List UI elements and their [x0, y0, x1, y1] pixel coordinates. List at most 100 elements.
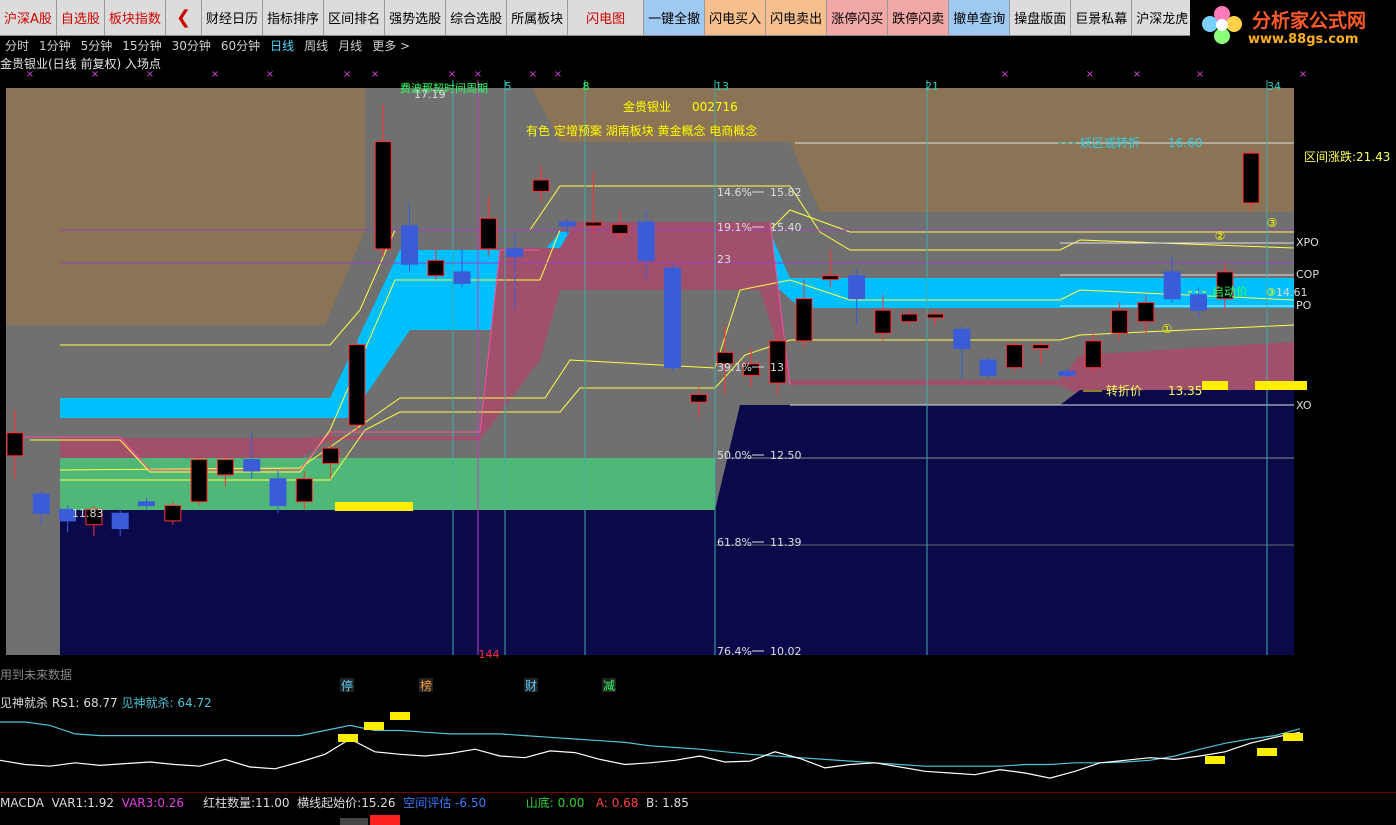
candle-body — [690, 393, 708, 403]
tab-private-screen[interactable]: 巨景私幕 — [1071, 0, 1133, 35]
candle-body — [1163, 271, 1181, 300]
candle-body — [138, 501, 155, 507]
stock-code: 002716 — [692, 100, 738, 114]
label-group: 费波那契时间周期 5 8 13 21 3417.19144× × × × × × × × × × × × × × × ×… — [26, 69, 1391, 693]
tab-calendar[interactable]: 财经日历 — [202, 0, 264, 35]
top-x-marker: × — [529, 69, 537, 80]
candle-body — [1111, 309, 1129, 334]
var1-label: VAR1: — [51, 796, 88, 810]
space-value: -6.50 — [455, 796, 487, 810]
future-data-note: 用到未来数据 — [0, 668, 73, 682]
period-more[interactable]: 更多 > — [367, 35, 415, 53]
candle-body — [348, 344, 366, 426]
candle-body — [664, 267, 681, 369]
b-label: B: — [646, 796, 659, 810]
bottom-label: 山底: — [525, 796, 554, 810]
yao-val: 16.60 — [1168, 136, 1202, 150]
zone-green — [60, 458, 715, 510]
yao-label: 妖区或转折 — [1080, 135, 1140, 150]
fib-pct: 39.1% — [717, 361, 752, 374]
tab-belonging-sector[interactable]: 所属板块 — [507, 0, 569, 35]
circle-1: ① — [1162, 322, 1173, 336]
period-daily[interactable]: 日线 — [265, 35, 299, 53]
zone-tan — [6, 88, 1294, 325]
space-label: 空间评估 — [403, 796, 452, 810]
xo-label: XO — [1296, 399, 1312, 412]
candle-body — [216, 459, 234, 476]
tab-strong-pick[interactable]: 强势选股 — [385, 0, 447, 35]
var1-value: 1.92 — [87, 796, 114, 810]
site-logo: 分析家公式网 www.88gs.com — [1190, 0, 1396, 50]
fib-pct: 76.4% — [717, 645, 752, 658]
flash-buy-button[interactable]: 闪电买入 — [705, 0, 767, 35]
yellow-line-1 — [59, 279, 1295, 471]
top-toolbar: 沪深A股 自选股 板块指数 ❮ 财经日历 指标排序 区间排名 强势选股 综合选股… — [0, 0, 1396, 36]
period-tick[interactable]: 分时 — [0, 35, 34, 53]
tab-sector-index[interactable]: 板块指数 — [105, 0, 166, 35]
candle-body — [6, 432, 24, 457]
tab-watchlist[interactable]: 自选股 — [57, 0, 105, 35]
bottom-value: 0.00 — [557, 796, 585, 810]
var3-value: 0.26 — [157, 796, 185, 810]
yellow-line-3 — [30, 209, 1294, 473]
period-weekly[interactable]: 周线 — [299, 35, 333, 53]
top-x-marker: × — [266, 69, 274, 80]
tab-range-rank[interactable]: 区间排名 — [324, 0, 386, 35]
tab-dragon-tiger[interactable]: 沪深龙虎 — [1132, 0, 1194, 35]
fib-val: 15.82 — [770, 186, 802, 199]
candle-body — [1084, 340, 1102, 369]
circle-3: ③ — [1267, 216, 1278, 230]
back-arrow-icon[interactable]: ❮ — [166, 0, 203, 35]
stock-concepts: 有色 定增预案 湖南板块 黄金概念 电商概念 — [526, 123, 757, 138]
top-x-marker: × — [1196, 69, 1204, 80]
tab-indicator-sort[interactable]: 指标排序 — [263, 0, 325, 35]
cycle-34: 34 — [1267, 80, 1281, 93]
period-5min[interactable]: 5分钟 — [76, 35, 118, 53]
rs1-line — [0, 731, 1301, 779]
high-price: 17.19 — [414, 88, 446, 101]
tab-trade-layout[interactable]: 操盘版面 — [1010, 0, 1072, 35]
fib-val: 15.40 — [770, 221, 802, 234]
event-tag: 财 — [525, 679, 537, 693]
cycle-5: 5 — [505, 80, 512, 93]
cancel-all-button[interactable]: 一键全撤 — [644, 0, 706, 35]
period-monthly[interactable]: 月线 — [333, 35, 367, 53]
zone-mauve — [60, 222, 1294, 458]
limit-down-sell-button[interactable]: 跌停闪卖 — [888, 0, 950, 35]
fib-pct: 61.8% — [717, 536, 752, 549]
band-areas — [0, 88, 1295, 655]
fib-pct: 50.0% — [717, 449, 752, 462]
period-30min[interactable]: 30分钟 — [167, 35, 216, 53]
candle-body — [848, 275, 866, 300]
macd-legend: MACDA VAR1:1.92 VAR3:0.26 红柱数量:11.00 横线起… — [0, 794, 689, 811]
event-tag-bg — [524, 678, 538, 692]
zone-grey — [6, 88, 1294, 655]
fib-pct: 14.6% — [717, 186, 752, 199]
period-1min[interactable]: 1分钟 — [34, 35, 76, 53]
cycle-8: 8 — [583, 80, 590, 93]
flash-sell-button[interactable]: 闪电卖出 — [766, 0, 828, 35]
period-15min[interactable]: 15分钟 — [117, 35, 166, 53]
flower-logo-icon — [1202, 6, 1242, 44]
order-query-button[interactable]: 撤单查询 — [949, 0, 1011, 35]
rs2-label: 见神就杀: — [121, 696, 174, 710]
rs1-value: 68.77 — [83, 696, 118, 710]
tab-combined-pick[interactable]: 综合选股 — [446, 0, 508, 35]
tab-flash-chart[interactable]: 闪电图 — [568, 0, 645, 35]
candle-body — [374, 141, 392, 250]
fib-val: 13 — [770, 361, 784, 374]
tab-hs-a[interactable]: 沪深A股 — [0, 0, 57, 35]
circle-2: ② — [1215, 229, 1226, 243]
limit-up-buy-button[interactable]: 涨停闪买 — [827, 0, 889, 35]
period-60min[interactable]: 60分钟 — [216, 35, 265, 53]
candle-body — [585, 221, 603, 227]
candle-body — [1032, 344, 1050, 350]
candle-body — [190, 459, 208, 503]
range-rise: 区间涨跌:21.43 — [1304, 149, 1390, 164]
grid-lines — [60, 80, 1294, 655]
candles-group — [6, 104, 1260, 537]
fib-cycle-label: 费波那契时间周期 — [400, 81, 488, 95]
event-tag-bg — [419, 678, 433, 692]
fib-val: 10.02 — [770, 645, 802, 658]
candle-body — [900, 313, 918, 323]
